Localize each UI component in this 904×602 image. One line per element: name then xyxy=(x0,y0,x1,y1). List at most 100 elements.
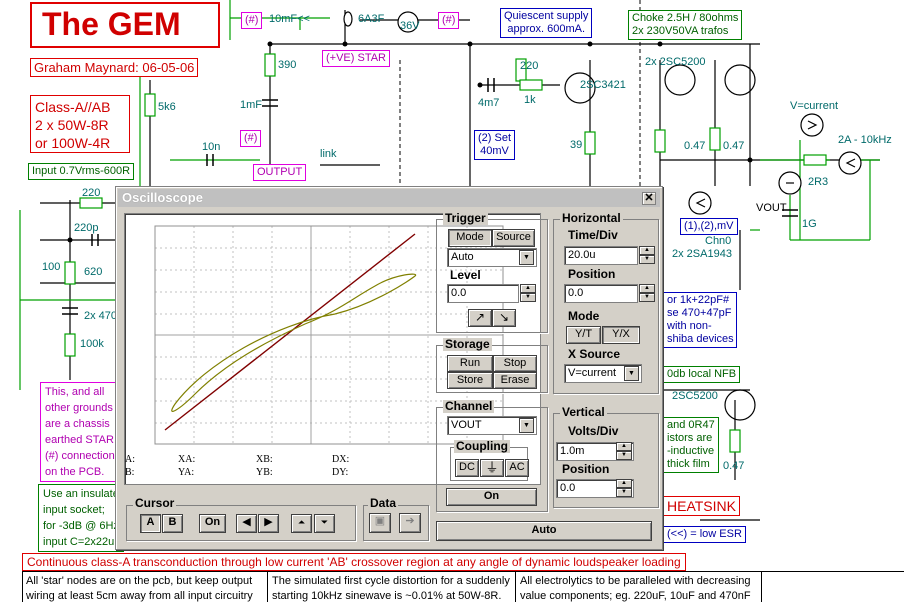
comp-line: shiba devices xyxy=(667,333,734,345)
ground-note: This, and all other grounds are a chassi… xyxy=(40,382,120,482)
stop-button[interactable]: Stop xyxy=(493,355,537,372)
rising-edge-icon[interactable]: ↗ xyxy=(468,309,492,327)
time-div-label: Time/Div xyxy=(568,228,618,242)
cursor-b-button[interactable]: B xyxy=(162,514,183,533)
ground-line: earthed STAR xyxy=(45,434,114,446)
resist-line: thick film xyxy=(667,458,710,470)
x-source-label: X Source xyxy=(568,347,621,361)
readout-xb: XB: xyxy=(256,454,273,465)
oscilloscope-titlebar[interactable]: Oscilloscope ✕ xyxy=(118,189,660,207)
class-box: Class-A//AB 2 x 50W-8R or 100W-4R xyxy=(30,95,130,153)
ground-icon[interactable]: ⏚ xyxy=(480,459,504,477)
vcurrent-label: V=current xyxy=(790,100,838,112)
horizontal-mode-label: Mode xyxy=(568,309,600,323)
r620-label: 620 xyxy=(84,266,103,278)
falling-edge-icon[interactable]: ↘ xyxy=(492,309,516,327)
c1mf-label: 1mF xyxy=(240,99,262,111)
trigger-source-button[interactable]: Source xyxy=(492,229,535,247)
set-line: (2) Set xyxy=(478,132,512,144)
close-icon[interactable]: ✕ xyxy=(642,192,656,205)
volts-div-stepper[interactable]: ▲ ▼ xyxy=(616,442,632,461)
footer-col: The simulated first cycle distortion for… xyxy=(272,574,510,602)
time-div-input[interactable]: 20.0u xyxy=(564,246,638,265)
chevron-down-icon[interactable]: ▼ xyxy=(519,250,534,265)
arrow-left-icon[interactable]: ◀ xyxy=(236,514,257,533)
comp-line: with non- xyxy=(667,320,712,332)
set-box: (2) Set 40mV xyxy=(474,130,516,160)
r390-label: 390 xyxy=(278,59,297,71)
cursor-a-button[interactable]: A xyxy=(140,514,161,533)
cursor-title: Cursor xyxy=(133,496,177,510)
resist-line: and 0R47 xyxy=(667,419,715,431)
store-button[interactable]: Store xyxy=(447,372,493,389)
r2r3-label: 2R3 xyxy=(808,176,829,188)
ac-coupling-button[interactable]: AC xyxy=(505,459,529,477)
resist-line: istors are xyxy=(667,432,713,444)
ground-line: This, and all xyxy=(45,386,105,398)
chn0-label: Chn0 xyxy=(705,235,732,247)
trace-loop xyxy=(171,273,417,412)
c2x470-label: 2x 470 xyxy=(84,310,118,322)
quiescent-line: Quiescent supply xyxy=(504,10,589,22)
trigger-level-stepper[interactable]: ▲ ▼ xyxy=(520,284,536,303)
yx-mode-button[interactable]: Y/X xyxy=(602,326,640,344)
volts-div-label: Volts/Div xyxy=(568,424,619,438)
q-2sc5200-pair-label: 2x 2SC5200 xyxy=(645,56,706,68)
star-marker-right: (#) xyxy=(438,12,460,29)
footer-line: All electrolytics to be paralleled with … xyxy=(520,575,751,587)
dc-coupling-button[interactable]: DC xyxy=(455,459,479,477)
comp-line: se 470+47pF xyxy=(667,307,732,319)
q-2sc5200-label: 2SC5200 xyxy=(672,390,718,402)
class-line: or 100W-4R xyxy=(35,135,111,151)
time-div-stepper[interactable]: ▲ ▼ xyxy=(639,246,655,265)
export-data-icon[interactable]: ➔ xyxy=(399,513,421,533)
auto-button[interactable]: Auto xyxy=(436,521,652,541)
quiescent-line: approx. 600mA. xyxy=(507,23,586,35)
vertical-position-stepper[interactable]: ▲ ▼ xyxy=(616,479,632,498)
choke-line: 2x 230V50VA trafos xyxy=(632,25,729,37)
arrow-down-double-icon[interactable]: ⏷ xyxy=(314,514,335,533)
window-title: Oscilloscope xyxy=(122,190,203,205)
horizontal-position-stepper[interactable]: ▲ ▼ xyxy=(639,284,655,303)
comp-line: or 1k+22pF# xyxy=(667,294,730,306)
channel-on-button[interactable]: On xyxy=(446,488,537,506)
class-line: 2 x 50W-8R xyxy=(35,117,109,133)
trigger-level-input[interactable]: 0.0 xyxy=(447,284,519,303)
choke-line: Choke 2.5H / 80ohms xyxy=(632,12,739,24)
arrow-up-double-icon[interactable]: ⏶ xyxy=(291,514,312,533)
r220-left-label: 220 xyxy=(82,187,101,199)
output-label: OUTPUT xyxy=(253,164,307,181)
chevron-down-icon[interactable]: ▼ xyxy=(519,418,534,433)
chevron-down-icon[interactable]: ▼ xyxy=(624,366,639,381)
quiescent-box: Quiescent supply approx. 600mA. xyxy=(500,8,593,38)
footer-line: value components; eg. 220uF, 10uF and 47… xyxy=(520,590,751,602)
link-label: link xyxy=(320,148,337,160)
oscilloscope-window[interactable]: Oscilloscope ✕ A: B: XA: YA: XB: YB: DX:… xyxy=(115,186,663,550)
readout-dy: DY: xyxy=(332,467,349,478)
ground-line: are a chassis xyxy=(45,418,110,430)
q-2sa1943-label: 2x 2SA1943 xyxy=(672,248,732,260)
cursor-on-button[interactable]: On xyxy=(199,514,226,533)
class-line: Class-A//AB xyxy=(35,99,111,115)
c4m7-label: 4m7 xyxy=(478,97,500,109)
trigger-title: Trigger xyxy=(443,211,488,225)
r39-label: 39 xyxy=(570,139,583,151)
footer-col: All 'star' nodes are on the pcb, but kee… xyxy=(26,574,253,602)
footer-col: All electrolytics to be paralleled with … xyxy=(520,574,751,602)
run-button[interactable]: Run xyxy=(447,355,493,372)
yt-mode-button[interactable]: Y/T xyxy=(566,326,601,344)
footer-table: All 'star' nodes are on the pcb, but kee… xyxy=(22,571,904,602)
footer-line: starting 10kHz sinewave is ~0.01% at 50W… xyxy=(272,590,502,602)
q-2sc3421-label: 2SC3421 xyxy=(580,79,626,91)
vertical-position-label: Position xyxy=(562,462,610,476)
open-data-icon[interactable]: ▣ xyxy=(369,513,391,533)
c220p-label: 220p xyxy=(74,222,99,234)
readout-b: B: xyxy=(125,467,135,478)
horizontal-position-input[interactable]: 0.0 xyxy=(564,284,638,303)
arrow-right-icon[interactable]: ▶ xyxy=(258,514,279,533)
star-marker: (#) xyxy=(241,12,263,29)
chn-box: (1),(2),mV xyxy=(680,218,738,235)
erase-button[interactable]: Erase xyxy=(493,372,537,389)
cap-10mf-label: 10mF<< xyxy=(269,13,310,25)
trigger-mode-button[interactable]: Mode xyxy=(448,229,492,247)
